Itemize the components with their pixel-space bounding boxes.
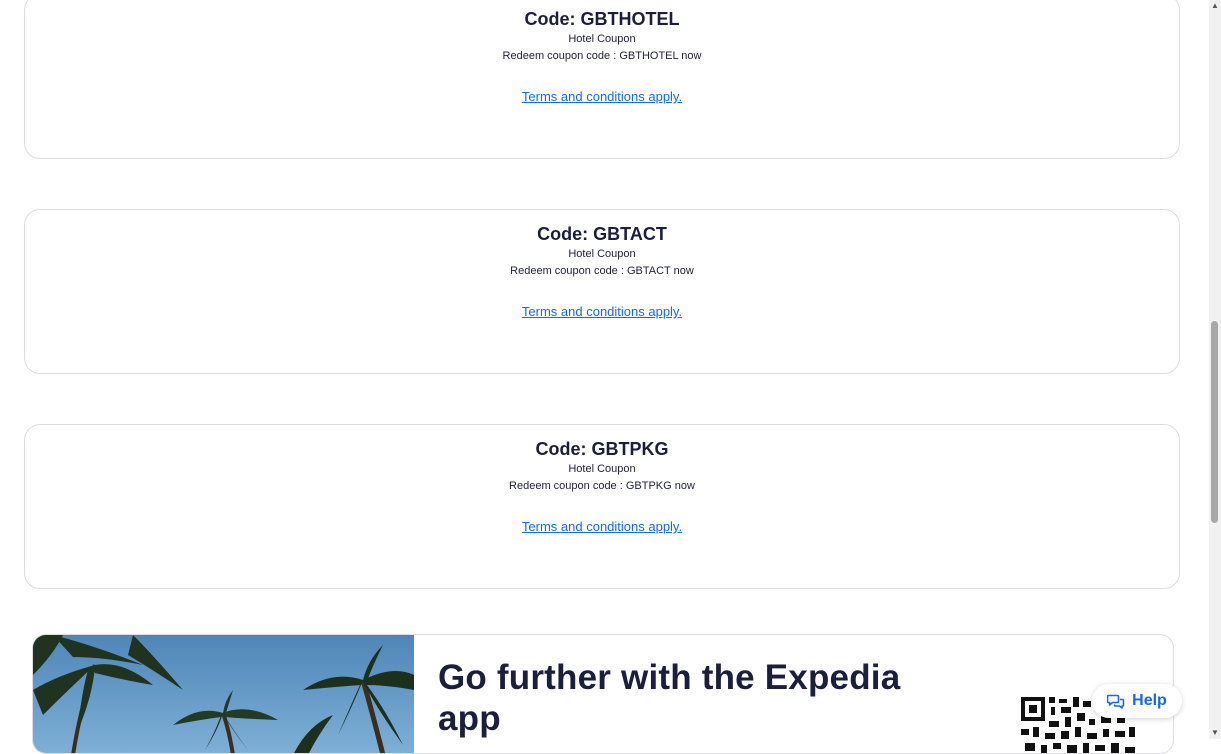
coupon-type: Hotel Coupon — [568, 33, 636, 45]
terms-link[interactable]: Terms and conditions apply. — [522, 304, 682, 319]
coupon-code-title: Code: GBTHOTEL — [524, 9, 680, 29]
chat-bubbles-icon — [1107, 694, 1125, 709]
coupon-code-title: Code: GBTACT — [537, 224, 667, 244]
coupon-description: Redeem coupon code : GBTPKG now — [509, 480, 695, 492]
coupon-card-gbtpkg: Code: GBTPKG Hotel Coupon Redeem coupon … — [24, 424, 1180, 589]
coupon-description: Redeem coupon code : GBTACT now — [510, 265, 694, 277]
help-label: Help — [1132, 692, 1167, 709]
scrollbar-thumb[interactable] — [1211, 321, 1218, 523]
coupon-description: Redeem coupon code : GBTHOTEL now — [502, 50, 702, 62]
coupon-code-title: Code: GBTPKG — [535, 439, 669, 459]
scroll-up-arrow[interactable]: ▲ — [1211, 2, 1219, 10]
palm-trees-photo — [33, 635, 414, 753]
coupon-card-gbthotel: Code: GBTHOTEL Hotel Coupon Redeem coupo… — [24, 0, 1180, 159]
terms-link[interactable]: Terms and conditions apply. — [522, 519, 682, 534]
scrollbar[interactable]: ▲ ▼ — [1209, 0, 1221, 739]
coupon-type: Hotel Coupon — [568, 248, 636, 260]
help-button[interactable]: Help — [1092, 684, 1182, 718]
terms-link[interactable]: Terms and conditions apply. — [522, 89, 682, 104]
app-promo-heading: Go further with the Expedia app — [438, 658, 901, 738]
scroll-down-arrow[interactable]: ▼ — [1211, 729, 1219, 737]
app-promo-banner: Go further with the Expedia app — [32, 634, 1174, 754]
coupon-card-gbtact: Code: GBTACT Hotel Coupon Redeem coupon … — [24, 209, 1180, 374]
coupon-type: Hotel Coupon — [568, 463, 636, 475]
